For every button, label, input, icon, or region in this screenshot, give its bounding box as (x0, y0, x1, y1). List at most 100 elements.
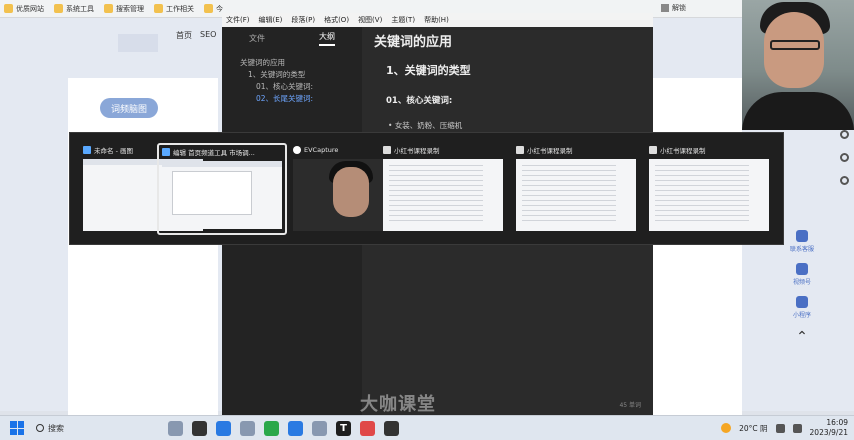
mini-program-icon (795, 296, 808, 308)
menu-edit[interactable]: 编辑(E) (259, 15, 283, 25)
note-icon (516, 146, 524, 154)
switcher-item[interactable]: 小红书课程录制 (513, 143, 639, 235)
tab-files[interactable]: 文件 (249, 33, 265, 44)
preview-lines (522, 165, 616, 225)
nav-seo[interactable]: SEO (200, 30, 216, 41)
video-channel-button[interactable]: 视频号 (793, 263, 811, 286)
switcher-item-selected[interactable]: 编辑 首页频道工具 市场调... (157, 143, 287, 235)
webcam-glasses (770, 40, 820, 50)
edge-icon[interactable] (216, 420, 231, 436)
heading-3: 01、核心关键词: (386, 96, 453, 106)
preview-lines (389, 165, 483, 225)
switcher-preview (162, 161, 282, 229)
volume-icon[interactable] (792, 423, 802, 433)
system-tray: 20°C 阴 16:09 2023/9/21 (721, 418, 848, 438)
outline-item-active[interactable]: 02、长尾关键词: (240, 93, 362, 105)
clock[interactable]: 16:09 2023/9/21 (810, 418, 848, 438)
menu-paragraph[interactable]: 段落(P) (291, 15, 315, 25)
mini-program-button[interactable]: 小程序 (793, 296, 811, 319)
watermark: 大咖课堂 (360, 394, 436, 415)
menu-file[interactable]: 文件(F) (226, 15, 250, 25)
outline-list: 关键词的应用 1、关键词的类型 01、核心关键词: 02、长尾关键词: (222, 49, 362, 105)
content-card-left (68, 78, 218, 418)
switcher-preview (383, 159, 503, 231)
preview-panel (172, 171, 252, 215)
side-scroll-tools (840, 130, 849, 185)
site-logo (118, 34, 158, 52)
webcam-overlay (742, 0, 854, 130)
taskbar-search[interactable]: 搜索 (36, 423, 146, 434)
site-nav: 首页 SEO (176, 30, 216, 41)
network-icon[interactable] (775, 423, 785, 433)
outline-item[interactable]: 关键词的应用 (240, 57, 362, 69)
settings-icon[interactable] (312, 420, 327, 436)
bookmark-item[interactable]: 今 (204, 4, 223, 14)
bookmark-item[interactable]: 工作相关 (154, 4, 194, 14)
people-icon[interactable] (168, 420, 183, 436)
record-icon[interactable] (360, 420, 375, 436)
tab-outline[interactable]: 大纲 (319, 31, 335, 46)
switcher-item-header: 编辑 首页频道工具 市场调... (159, 145, 285, 159)
content-card-right (652, 78, 742, 418)
menu-help[interactable]: 帮助(H) (424, 15, 449, 25)
folder-icon (104, 4, 113, 13)
preview-face (333, 167, 369, 217)
taskbar: 搜索 T 20°C 阴 16:09 2023/9/21 (0, 415, 854, 440)
task-view-icon[interactable] (192, 420, 207, 436)
folder-icon (154, 4, 163, 13)
bookmark-item[interactable]: 优质网站 (4, 4, 44, 14)
menu-format[interactable]: 格式(O) (324, 15, 349, 25)
bookmark-item[interactable]: 系统工具 (54, 4, 94, 14)
window-switcher: 未命名 - 画图 编辑 首页频道工具 市场调... EVCapture 小红书课… (69, 132, 784, 245)
paint-icon (83, 146, 91, 154)
clock-time: 16:09 (826, 418, 848, 427)
weather-icon (721, 423, 732, 433)
customer-service-button[interactable]: 联系客服 (790, 230, 814, 253)
browser-icon[interactable] (288, 420, 303, 436)
sidebar-tabs: 文件 大纲 (222, 27, 362, 49)
switcher-item-header: 小红书课程录制 (513, 143, 639, 157)
outline-item[interactable]: 01、核心关键词: (240, 81, 362, 93)
word-map-button[interactable]: 词频脑图 (100, 98, 158, 118)
note-icon (649, 146, 657, 154)
menu-view[interactable]: 视图(V) (358, 15, 382, 25)
word-count: 45 单词 (619, 402, 641, 409)
note-menu-bar: 文件(F) 编辑(E) 段落(P) 格式(O) 视图(V) 主题(T) 帮助(H… (222, 13, 653, 27)
heading-2: 1、关键词的类型 (386, 64, 471, 77)
start-button[interactable] (10, 421, 24, 435)
refresh-icon[interactable] (840, 153, 849, 162)
windows-logo-icon (10, 428, 17, 435)
refresh-icon[interactable] (840, 130, 849, 139)
typora-icon[interactable]: T (336, 420, 351, 436)
nav-home[interactable]: 首页 (176, 30, 192, 41)
weather-text[interactable]: 20°C 阴 (739, 423, 767, 434)
bookmark-item[interactable]: 搜索管理 (104, 4, 144, 14)
back-to-top-icon[interactable]: ⌃ (796, 329, 808, 345)
preview-lines (655, 165, 749, 225)
bookmark-item-right[interactable]: 解锁 (661, 3, 686, 13)
evcapture-icon[interactable] (384, 420, 399, 436)
switcher-item-header: 小红书课程录制 (646, 143, 772, 157)
folder-icon (204, 4, 213, 13)
taskbar-apps: T (168, 420, 399, 436)
folder-icon (54, 4, 63, 13)
browser-icon (162, 148, 170, 156)
heading-1: 关键词的应用 (374, 35, 453, 50)
preview-toolbar (162, 161, 282, 167)
webcam-face (764, 12, 824, 88)
windows-logo-icon (17, 421, 24, 428)
switcher-item[interactable]: 小红书课程录制 (646, 143, 772, 235)
bullet-item: • 女装、奶粉、压缩机 (388, 121, 463, 130)
video-icon (795, 263, 808, 275)
switcher-preview (516, 159, 636, 231)
switcher-item[interactable]: 小红书课程录制 (380, 143, 506, 235)
refresh-icon[interactable] (840, 176, 849, 185)
webcam-body (742, 92, 854, 130)
wechat-icon[interactable] (264, 420, 279, 436)
outline-item[interactable]: 1、关键词的类型 (240, 69, 362, 81)
headset-icon (795, 230, 808, 242)
files-icon[interactable] (240, 420, 255, 436)
file-icon (661, 4, 669, 12)
clock-date: 2023/9/21 (809, 428, 848, 437)
menu-theme[interactable]: 主题(T) (391, 15, 415, 25)
